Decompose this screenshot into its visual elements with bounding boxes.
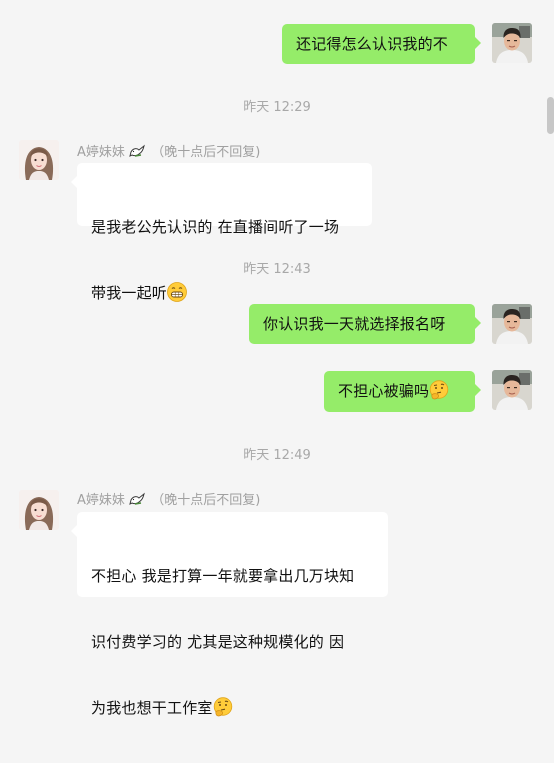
chat-panel: 还记得怎么认识我的不 昨天 12:29 A婷妹妹 （晚十点后不回复) 是我老公先… (0, 0, 554, 717)
self-avatar[interactable] (492, 23, 532, 63)
scrollbar-thumb[interactable] (547, 97, 554, 134)
message-text: 你认识我一天就选择报名呀 (263, 315, 446, 333)
self-avatar[interactable] (492, 370, 532, 410)
message-text-line-2: 带我一起听 (91, 282, 358, 304)
message-text-line-3: 为我也想干工作室 (91, 697, 374, 719)
sender-name: A婷妹妹 (77, 493, 125, 508)
message-text-segment: 为我也想干工作室 (91, 699, 213, 717)
contact-avatar[interactable] (19, 490, 59, 530)
timestamp: 昨天 12:29 (243, 100, 311, 115)
grinning-emoji-icon (167, 282, 187, 302)
message-bubble-self[interactable]: 不担心被骗吗 (324, 371, 481, 412)
dove-icon (129, 143, 147, 163)
thinking-emoji-icon (429, 380, 449, 400)
self-avatar[interactable] (492, 304, 532, 344)
sender-note: （晚十点后不回复) (151, 145, 261, 160)
message-bubble-other[interactable]: 不担心 我是打算一年就要拿出几万块知 识付费学习的 尤其是这种规模化的 因 为我… (71, 512, 388, 717)
sender-name-line: A婷妹妹 （晚十点后不回复) (77, 489, 260, 511)
message-text-line: 是我老公先认识的 在直播间听了一场 (91, 218, 340, 236)
dove-icon (129, 491, 147, 511)
message-text-line: 不担心 我是打算一年就要拿出几万块知 (91, 567, 355, 585)
sender-name-line: A婷妹妹 （晚十点后不回复) (77, 141, 260, 163)
message-bubble-self[interactable]: 还记得怎么认识我的不 (282, 24, 481, 64)
timestamp: 昨天 12:43 (243, 262, 311, 277)
message-text: 不担心被骗吗 (338, 382, 430, 400)
timestamp: 昨天 12:49 (243, 448, 311, 463)
message-text: 还记得怎么认识我的不 (296, 35, 449, 53)
sender-name: A婷妹妹 (77, 145, 125, 160)
message-text-line-2: 识付费学习的 尤其是这种规模化的 因 (91, 633, 345, 651)
thinking-emoji-icon (213, 697, 233, 717)
sender-note: （晚十点后不回复) (151, 493, 261, 508)
message-bubble-other[interactable]: 是我老公先认识的 在直播间听了一场 带我一起听 (71, 163, 372, 302)
message-text-segment: 带我一起听 (91, 284, 168, 302)
message-bubble-self[interactable]: 你认识我一天就选择报名呀 (249, 304, 481, 344)
contact-avatar[interactable] (19, 140, 59, 180)
